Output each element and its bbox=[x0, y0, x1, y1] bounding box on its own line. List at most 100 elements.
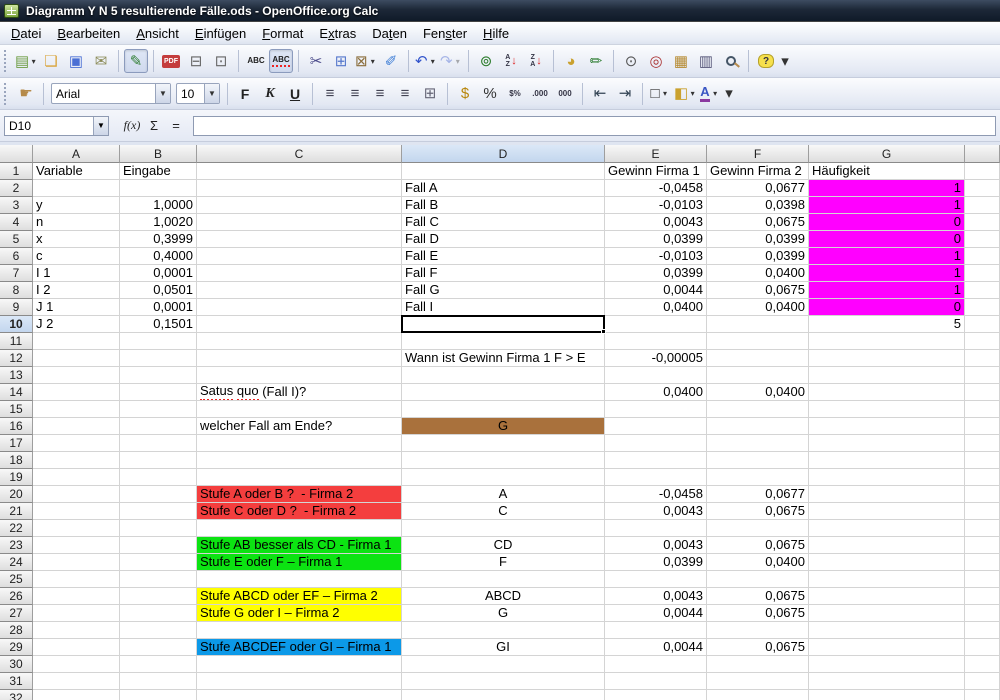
cell-F3[interactable]: 0,0398 bbox=[707, 197, 809, 214]
row-header-13[interactable]: 13 bbox=[0, 367, 33, 384]
zoom-button[interactable] bbox=[719, 49, 743, 73]
cell-E27[interactable]: 0,0044 bbox=[605, 605, 707, 622]
edit-mode-button[interactable]: ✎ bbox=[124, 49, 148, 73]
cell-G6[interactable]: 1 bbox=[809, 248, 965, 265]
cell-A15[interactable] bbox=[33, 401, 120, 418]
cell-G9[interactable]: 0 bbox=[809, 299, 965, 316]
new-document-button[interactable]: ▤▾ bbox=[14, 49, 38, 73]
cell-H14[interactable] bbox=[965, 384, 1000, 401]
row-header-3[interactable]: 3 bbox=[0, 197, 33, 214]
menu-daten[interactable]: Daten bbox=[364, 22, 415, 44]
redo-button[interactable]: ↷▾ bbox=[439, 49, 463, 73]
font-name-dropdown-icon[interactable]: ▼ bbox=[155, 84, 170, 103]
hyperlink-button[interactable]: ⊚ bbox=[474, 49, 498, 73]
menu-extras[interactable]: Extras bbox=[311, 22, 364, 44]
cell-G19[interactable] bbox=[809, 469, 965, 486]
cell-C25[interactable] bbox=[197, 571, 402, 588]
cell-G27[interactable] bbox=[809, 605, 965, 622]
cell-G28[interactable] bbox=[809, 622, 965, 639]
cell-G30[interactable] bbox=[809, 656, 965, 673]
cell-C1[interactable] bbox=[197, 163, 402, 180]
cell-H18[interactable] bbox=[965, 452, 1000, 469]
cell-C23[interactable]: Stufe AB besser als CD - Firma 1 bbox=[197, 537, 402, 554]
cell-D9[interactable]: Fall I bbox=[402, 299, 605, 316]
cell-F13[interactable] bbox=[707, 367, 809, 384]
cell-G22[interactable] bbox=[809, 520, 965, 537]
cell-E11[interactable] bbox=[605, 333, 707, 350]
row-header-14[interactable]: 14 bbox=[0, 384, 33, 401]
cell-G14[interactable] bbox=[809, 384, 965, 401]
column-header-b[interactable]: B bbox=[120, 145, 197, 163]
cell-F10[interactable] bbox=[707, 316, 809, 333]
cell-A16[interactable] bbox=[33, 418, 120, 435]
row-header-8[interactable]: 8 bbox=[0, 282, 33, 299]
cell-F7[interactable]: 0,0400 bbox=[707, 265, 809, 282]
row-header-22[interactable]: 22 bbox=[0, 520, 33, 537]
row-header-29[interactable]: 29 bbox=[0, 639, 33, 656]
cell-E29[interactable]: 0,0044 bbox=[605, 639, 707, 656]
cell-C8[interactable] bbox=[197, 282, 402, 299]
cell-D29[interactable]: GI bbox=[402, 639, 605, 656]
row-header-16[interactable]: 16 bbox=[0, 418, 33, 435]
cell-B29[interactable] bbox=[120, 639, 197, 656]
column-header-partial[interactable] bbox=[965, 145, 1000, 163]
cell-D13[interactable] bbox=[402, 367, 605, 384]
font-size-dropdown-icon[interactable]: ▼ bbox=[204, 84, 219, 103]
cell-A7[interactable]: I 1 bbox=[33, 265, 120, 282]
cell-F19[interactable] bbox=[707, 469, 809, 486]
cell-H24[interactable] bbox=[965, 554, 1000, 571]
cell-C6[interactable] bbox=[197, 248, 402, 265]
cell-G4[interactable]: 0 bbox=[809, 214, 965, 231]
cell-H8[interactable] bbox=[965, 282, 1000, 299]
italic-button[interactable]: K bbox=[258, 82, 282, 106]
row-header-7[interactable]: 7 bbox=[0, 265, 33, 282]
cell-A24[interactable] bbox=[33, 554, 120, 571]
cell-C28[interactable] bbox=[197, 622, 402, 639]
cell-B4[interactable]: 1,0020 bbox=[120, 214, 197, 231]
column-header-c[interactable]: C bbox=[197, 145, 402, 163]
toolbar-grip[interactable] bbox=[4, 50, 9, 72]
row-header-15[interactable]: 15 bbox=[0, 401, 33, 418]
cell-B19[interactable] bbox=[120, 469, 197, 486]
cell-D14[interactable] bbox=[402, 384, 605, 401]
row-header-27[interactable]: 27 bbox=[0, 605, 33, 622]
cell-B7[interactable]: 0,0001 bbox=[120, 265, 197, 282]
row-header-17[interactable]: 17 bbox=[0, 435, 33, 452]
cell-C19[interactable] bbox=[197, 469, 402, 486]
page-preview-button[interactable]: ⊡ bbox=[209, 49, 233, 73]
cell-C14[interactable]: Satus quo (Fall I)? bbox=[197, 384, 402, 401]
cell-E10[interactable] bbox=[605, 316, 707, 333]
toolbar-overflow-formatting-button[interactable]: ▾ bbox=[723, 82, 735, 106]
increase-indent-button[interactable]: ⇥ bbox=[613, 82, 637, 106]
cell-C29[interactable]: Stufe ABCDEF oder GI – Firma 1 bbox=[197, 639, 402, 656]
cell-D27[interactable]: G bbox=[402, 605, 605, 622]
merge-cells-button[interactable]: ⊞ bbox=[418, 82, 442, 106]
cell-D20[interactable]: A bbox=[402, 486, 605, 503]
cell-C32[interactable] bbox=[197, 690, 402, 700]
navigator-button[interactable]: ◎ bbox=[644, 49, 668, 73]
sort-ascending-button[interactable]: AZ↓ bbox=[499, 49, 523, 73]
cell-G1[interactable]: Häufigkeit bbox=[809, 163, 965, 180]
format-paintbrush-button[interactable]: ✐ bbox=[379, 49, 403, 73]
cell-G3[interactable]: 1 bbox=[809, 197, 965, 214]
cell-B30[interactable] bbox=[120, 656, 197, 673]
cell-D30[interactable] bbox=[402, 656, 605, 673]
cell-E4[interactable]: 0,0043 bbox=[605, 214, 707, 231]
row-header-9[interactable]: 9 bbox=[0, 299, 33, 316]
cell-G5[interactable]: 0 bbox=[809, 231, 965, 248]
cell-B17[interactable] bbox=[120, 435, 197, 452]
cell-C17[interactable] bbox=[197, 435, 402, 452]
cell-G16[interactable] bbox=[809, 418, 965, 435]
formula-input-line[interactable] bbox=[193, 116, 996, 136]
cell-E18[interactable] bbox=[605, 452, 707, 469]
cell-A18[interactable] bbox=[33, 452, 120, 469]
cell-A31[interactable] bbox=[33, 673, 120, 690]
cell-G23[interactable] bbox=[809, 537, 965, 554]
cell-C7[interactable] bbox=[197, 265, 402, 282]
cell-G11[interactable] bbox=[809, 333, 965, 350]
menu-datei[interactable]: Datei bbox=[3, 22, 49, 44]
cell-F21[interactable]: 0,0675 bbox=[707, 503, 809, 520]
cell-A2[interactable] bbox=[33, 180, 120, 197]
cell-F28[interactable] bbox=[707, 622, 809, 639]
cell-B6[interactable]: 0,4000 bbox=[120, 248, 197, 265]
